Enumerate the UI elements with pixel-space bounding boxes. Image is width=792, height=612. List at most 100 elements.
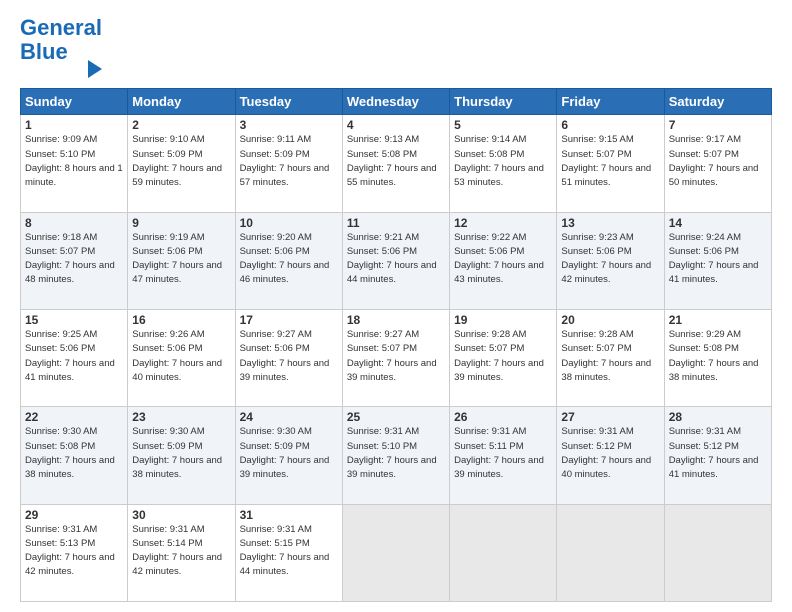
sunset-text: Sunset: 5:10 PM	[25, 149, 95, 160]
sunset-text: Sunset: 5:07 PM	[561, 343, 631, 354]
daylight-text: Daylight: 7 hours and 41 minutes.	[25, 358, 115, 383]
daylight-text: Daylight: 7 hours and 48 minutes.	[25, 260, 115, 285]
daylight-text: Daylight: 7 hours and 55 minutes.	[347, 163, 437, 188]
sunset-text: Sunset: 5:07 PM	[25, 246, 95, 257]
day-info: Sunrise: 9:28 AM Sunset: 5:07 PM Daylight:…	[561, 328, 659, 385]
day-info: Sunrise: 9:27 AMSunset: 5:06 PMDaylight:…	[240, 328, 338, 385]
logo-blue: Blue	[20, 39, 68, 64]
calendar-cell: 5Sunrise: 9:14 AMSunset: 5:08 PMDaylight…	[450, 115, 557, 212]
day-number: 19	[454, 313, 552, 327]
calendar-cell: 27Sunrise: 9:31 AMSunset: 5:12 PMDayligh…	[557, 407, 664, 504]
sunset-text: Sunset: 5:09 PM	[132, 149, 202, 160]
weekday-header-thursday: Thursday	[450, 89, 557, 115]
sunrise-text: Sunrise: 9:22 AM	[454, 232, 526, 243]
daylight-text: Daylight: 7 hours and 41 minutes.	[669, 260, 759, 285]
day-info: Sunrise: 9:09 AMSunset: 5:10 PMDaylight:…	[25, 133, 123, 190]
day-info: Sunrise: 9:26 AM Sunset: 5:06 PM Daylight:…	[132, 328, 230, 385]
sunset-text: Sunset: 5:07 PM	[669, 149, 739, 160]
day-info: Sunrise: 9:31 AMSunset: 5:13 PMDaylight:…	[25, 523, 123, 580]
day-number: 21	[669, 313, 767, 327]
sunrise-text: Sunrise: 9:19 AM	[132, 232, 204, 243]
sunrise-text: Sunrise: 9:11 AM	[240, 134, 312, 145]
day-info: Sunrise: 9:31 AMSunset: 5:11 PMDaylight:…	[454, 425, 552, 482]
calendar-cell: 11Sunrise: 9:21 AMSunset: 5:06 PMDayligh…	[342, 212, 449, 309]
day-info: Sunrise: 9:19 AMSunset: 5:06 PMDaylight:…	[132, 231, 230, 288]
sunrise-text: Sunrise: 9:28 AM	[561, 329, 633, 340]
day-number: 12	[454, 216, 552, 230]
day-info: Sunrise: 9:20 AMSunset: 5:06 PMDaylight:…	[240, 231, 338, 288]
day-info: Sunrise: 9:24 AMSunset: 5:06 PMDaylight:…	[669, 231, 767, 288]
daylight-text: Daylight: 7 hours and 42 minutes.	[561, 260, 651, 285]
day-info: Sunrise: 9:10 AM Sunset: 5:09 PM Daylight:…	[132, 133, 230, 190]
calendar-cell: 8 Sunrise: 9:18 AM Sunset: 5:07 PM Daylight…	[21, 212, 128, 309]
day-info: Sunrise: 9:31 AMSunset: 5:10 PMDaylight:…	[347, 425, 445, 482]
sunset-text: Sunset: 5:06 PM	[25, 343, 95, 354]
day-info: Sunrise: 9:27 AMSunset: 5:07 PMDaylight:…	[347, 328, 445, 385]
daylight-text: Daylight: 7 hours and 40 minutes.	[132, 358, 222, 383]
day-info: Sunrise: 9:31 AMSunset: 5:12 PMDaylight:…	[561, 425, 659, 482]
calendar-cell: 10Sunrise: 9:20 AMSunset: 5:06 PMDayligh…	[235, 212, 342, 309]
sunset-text: Sunset: 5:15 PM	[240, 538, 310, 549]
day-number: 23	[132, 410, 230, 424]
calendar-cell	[342, 504, 449, 601]
sunrise-text: Sunrise: 9:30 AM	[132, 426, 204, 437]
daylight-text: Daylight: 7 hours and 39 minutes.	[347, 455, 437, 480]
calendar-cell: 17Sunrise: 9:27 AMSunset: 5:06 PMDayligh…	[235, 310, 342, 407]
day-number: 6	[561, 118, 659, 132]
sunset-text: Sunset: 5:06 PM	[240, 343, 310, 354]
sunrise-text: Sunrise: 9:29 AM	[669, 329, 741, 340]
daylight-text: Daylight: 7 hours and 39 minutes.	[454, 358, 544, 383]
calendar-table: SundayMondayTuesdayWednesdayThursdayFrid…	[20, 88, 772, 602]
sunset-text: Sunset: 5:07 PM	[454, 343, 524, 354]
daylight-text: Daylight: 7 hours and 46 minutes.	[240, 260, 330, 285]
sunset-text: Sunset: 5:12 PM	[669, 441, 739, 452]
sunrise-text: Sunrise: 9:28 AM	[454, 329, 526, 340]
sunset-text: Sunset: 5:06 PM	[132, 343, 202, 354]
sunset-text: Sunset: 5:06 PM	[454, 246, 524, 257]
weekday-header-tuesday: Tuesday	[235, 89, 342, 115]
calendar-cell: 28Sunrise: 9:31 AMSunset: 5:12 PMDayligh…	[664, 407, 771, 504]
sunset-text: Sunset: 5:08 PM	[347, 149, 417, 160]
sunrise-text: Sunrise: 9:18 AM	[25, 232, 97, 243]
daylight-text: Daylight: 7 hours and 50 minutes.	[669, 163, 759, 188]
daylight-text: Daylight: 7 hours and 38 minutes.	[561, 358, 651, 383]
daylight-text: Daylight: 7 hours and 39 minutes.	[347, 358, 437, 383]
calendar-week-5: 29Sunrise: 9:31 AMSunset: 5:13 PMDayligh…	[21, 504, 772, 601]
weekday-header-monday: Monday	[128, 89, 235, 115]
calendar-cell: 24Sunrise: 9:30 AMSunset: 5:09 PMDayligh…	[235, 407, 342, 504]
day-number: 25	[347, 410, 445, 424]
day-number: 8	[25, 216, 123, 230]
sunrise-text: Sunrise: 9:31 AM	[454, 426, 526, 437]
day-number: 31	[240, 508, 338, 522]
daylight-text: Daylight: 7 hours and 39 minutes.	[240, 358, 330, 383]
logo-text: General Blue	[20, 16, 102, 64]
sunrise-text: Sunrise: 9:31 AM	[25, 524, 97, 535]
weekday-header-row: SundayMondayTuesdayWednesdayThursdayFrid…	[21, 89, 772, 115]
weekday-header-sunday: Sunday	[21, 89, 128, 115]
day-info: Sunrise: 9:30 AMSunset: 5:09 PMDaylight:…	[132, 425, 230, 482]
sunrise-text: Sunrise: 9:10 AM	[132, 134, 204, 145]
calendar-cell	[450, 504, 557, 601]
daylight-text: Daylight: 7 hours and 51 minutes.	[561, 163, 651, 188]
day-info: Sunrise: 9:14 AMSunset: 5:08 PMDaylight:…	[454, 133, 552, 190]
sunrise-text: Sunrise: 9:26 AM	[132, 329, 204, 340]
sunrise-text: Sunrise: 9:20 AM	[240, 232, 312, 243]
day-number: 9	[132, 216, 230, 230]
day-number: 1	[25, 118, 123, 132]
day-info: Sunrise: 9:11 AMSunset: 5:09 PMDaylight:…	[240, 133, 338, 190]
calendar-cell: 13Sunrise: 9:23 AMSunset: 5:06 PMDayligh…	[557, 212, 664, 309]
daylight-text: Daylight: 7 hours and 59 minutes.	[132, 163, 222, 188]
sunrise-text: Sunrise: 9:31 AM	[669, 426, 741, 437]
day-info: Sunrise: 9:22 AMSunset: 5:06 PMDaylight:…	[454, 231, 552, 288]
day-info: Sunrise: 9:31 AMSunset: 5:12 PMDaylight:…	[669, 425, 767, 482]
day-number: 10	[240, 216, 338, 230]
calendar-cell: 30Sunrise: 9:31 AMSunset: 5:14 PMDayligh…	[128, 504, 235, 601]
calendar-cell: 9Sunrise: 9:19 AMSunset: 5:06 PMDaylight…	[128, 212, 235, 309]
day-info: Sunrise: 9:18 AM Sunset: 5:07 PM Daylight:…	[25, 231, 123, 288]
sunset-text: Sunset: 5:06 PM	[669, 246, 739, 257]
calendar-cell: 21Sunrise: 9:29 AMSunset: 5:08 PMDayligh…	[664, 310, 771, 407]
sunset-text: Sunset: 5:09 PM	[240, 441, 310, 452]
day-number: 26	[454, 410, 552, 424]
sunrise-text: Sunrise: 9:09 AM	[25, 134, 97, 145]
daylight-text: Daylight: 7 hours and 44 minutes.	[240, 552, 330, 577]
